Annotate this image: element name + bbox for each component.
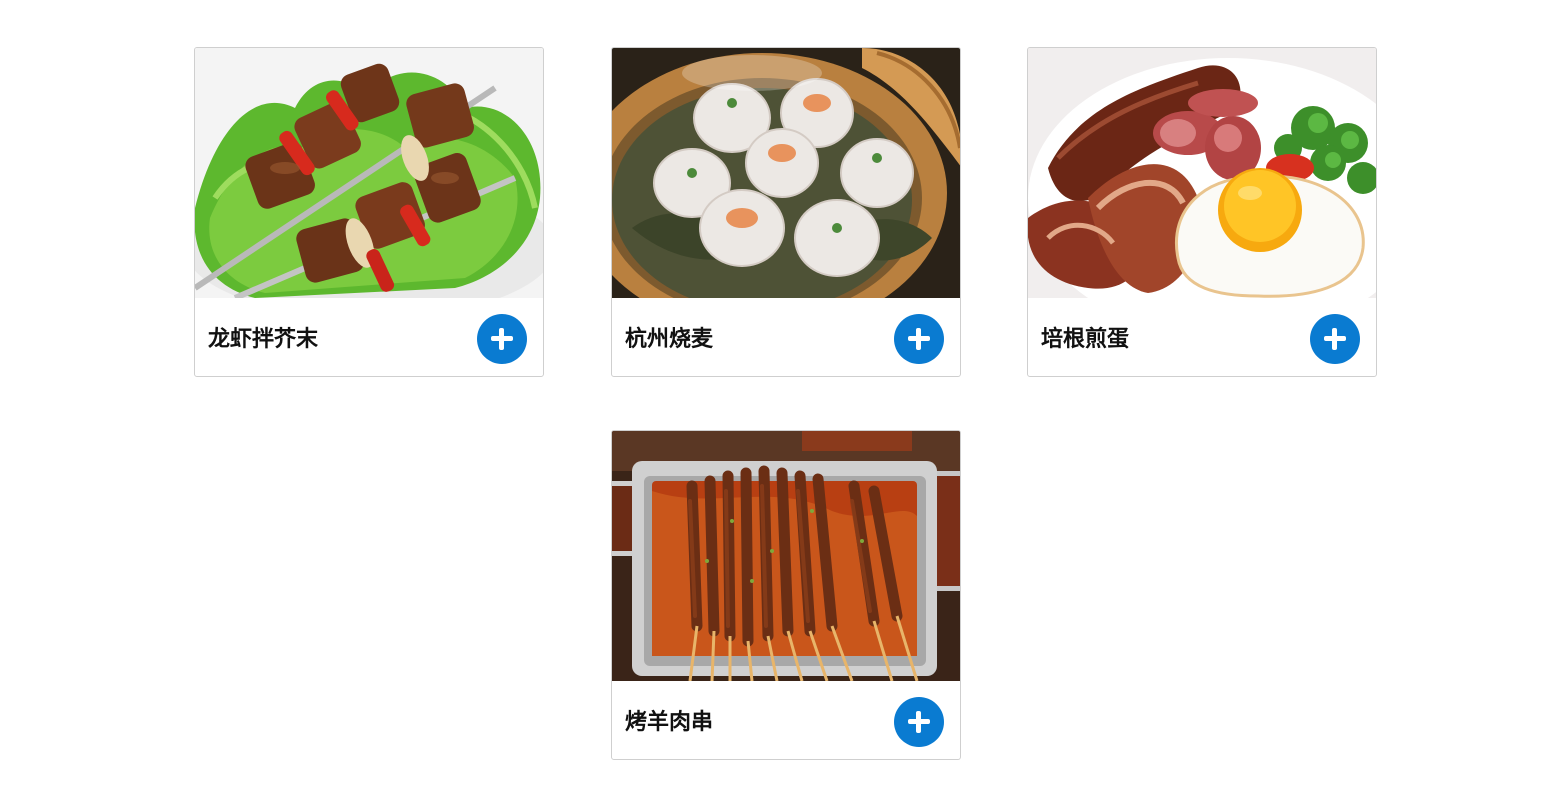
dish-photo: [612, 431, 960, 681]
menu-card: 烤羊肉串: [611, 430, 961, 760]
dish-name: 龙虾拌芥末: [208, 327, 319, 352]
menu-card: 杭州烧麦: [611, 47, 961, 377]
lamb-skewers-photo: [612, 431, 960, 681]
bacon-fried-egg-photo: [1028, 48, 1376, 298]
card-footer: 龙虾拌芥末: [195, 298, 543, 376]
menu-card: 龙虾拌芥末: [194, 47, 544, 377]
card-footer: 培根煎蛋: [1028, 298, 1376, 376]
dish-photo: [1028, 48, 1376, 298]
plus-icon: [894, 697, 944, 747]
plus-icon: [894, 314, 944, 364]
dish-photo: [612, 48, 960, 298]
card-footer: 烤羊肉串: [612, 681, 960, 759]
add-to-cart-button[interactable]: [1310, 314, 1360, 364]
dish-photo: [195, 48, 543, 298]
plus-icon: [477, 314, 527, 364]
dish-name: 烤羊肉串: [625, 710, 714, 735]
add-to-cart-button[interactable]: [477, 314, 527, 364]
steamed-shumai-photo: [612, 48, 960, 298]
plus-icon: [1310, 314, 1360, 364]
grilled-meat-skewers-photo: [195, 48, 543, 298]
add-to-cart-button[interactable]: [894, 697, 944, 747]
dish-name: 杭州烧麦: [625, 327, 714, 352]
menu-card: 培根煎蛋: [1027, 47, 1377, 377]
dish-name: 培根煎蛋: [1041, 327, 1130, 352]
add-to-cart-button[interactable]: [894, 314, 944, 364]
card-footer: 杭州烧麦: [612, 298, 960, 376]
